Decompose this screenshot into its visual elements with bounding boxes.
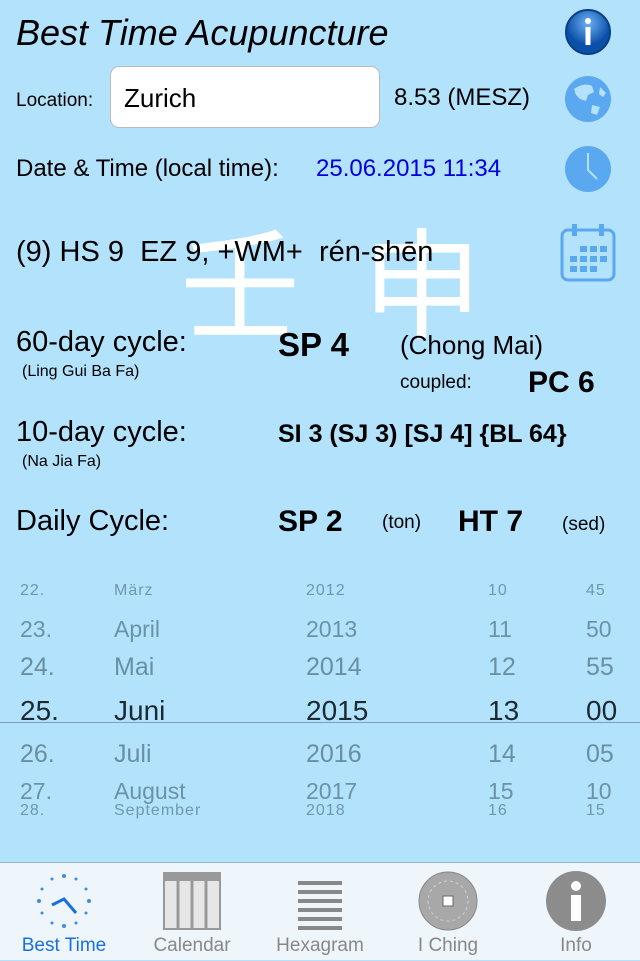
picker-minute: 15 <box>586 802 606 819</box>
datetime-label: Date & Time (local time): <box>16 155 279 182</box>
cycle60-sub: (Ling Gui Ba Fa) <box>22 363 140 380</box>
picker-minute: 05 <box>586 740 614 768</box>
picker-minute: 55 <box>586 653 614 681</box>
info-icon[interactable] <box>564 8 612 56</box>
picker-day: 23. <box>20 616 52 642</box>
picker-hour: 15 <box>488 778 514 804</box>
picker-hour: 12 <box>488 653 516 681</box>
clock-icon[interactable] <box>564 145 612 193</box>
picker-year: 2012 <box>306 582 346 599</box>
tab-bar: Best Time Calendar Hexagram I Ching Info <box>0 862 640 960</box>
clock-icon <box>37 874 91 928</box>
picker-month: März <box>114 582 154 599</box>
tab-label: Hexagram <box>276 935 364 956</box>
picker-hour: 16 <box>488 802 508 819</box>
cycle10-sub: (Na Jia Fa) <box>22 453 102 470</box>
picker-month: April <box>114 616 161 642</box>
picker-month: August <box>114 778 186 804</box>
datetime-value[interactable]: 25.06.2015 11:34 <box>316 155 501 183</box>
location-label: Location: <box>16 90 94 111</box>
picker-year: 2016 <box>306 740 362 768</box>
coupled-label: coupled: <box>400 372 472 393</box>
picker-day: 27. <box>20 778 52 804</box>
sed-point: HT 7 <box>458 505 524 538</box>
picker-year: 2014 <box>306 653 362 681</box>
picker-year: 2017 <box>306 778 358 804</box>
tab-label: Best Time <box>21 935 107 956</box>
daily-label: Daily Cycle: <box>16 505 170 537</box>
picker-year: 2015 <box>306 695 369 726</box>
calendar-grid-icon <box>163 872 221 930</box>
picker-hour: 11 <box>488 616 512 642</box>
picker-day: 24. <box>20 653 55 681</box>
cycle60-label: 60-day cycle: <box>16 326 187 358</box>
ton-label: (ton) <box>382 512 422 533</box>
tab-calendar[interactable]: Calendar <box>128 863 256 961</box>
picker-month: Mai <box>114 653 155 681</box>
tab-label: I Ching <box>417 935 479 956</box>
picker-minute: 00 <box>586 695 618 726</box>
picker-minute: 50 <box>586 616 612 642</box>
date-time-picker[interactable]: 22. März 2012 10 45 23. April 2013 11 50 24. Mai 201… <box>0 570 640 830</box>
coupled-point: PC 6 <box>528 366 595 399</box>
picker-hour: 14 <box>488 740 516 768</box>
stem-branch-text: (9) HS 9 EZ 9, +WM+ rén-shēn <box>16 236 434 268</box>
picker-month: September <box>114 802 202 819</box>
app-title: Best Time Acupuncture <box>16 12 389 53</box>
cycle60-point: SP 4 <box>278 326 349 363</box>
picker-hour: 13 <box>488 695 520 726</box>
picker-month: Juli <box>114 740 152 768</box>
tab-best-time[interactable]: Best Time <box>0 863 128 961</box>
info-icon <box>546 871 606 931</box>
cycle10-label: 10-day cycle: <box>16 416 187 448</box>
tab-label: Info <box>560 935 592 956</box>
cycle60-meridian: (Chong Mai) <box>400 330 544 360</box>
cycle10-points: SI 3 (SJ 3) [SJ 4] {BL 64} <box>278 420 567 448</box>
picker-month: Juni <box>114 695 166 726</box>
tab-info[interactable]: Info <box>512 863 640 961</box>
picker-row[interactable]: 26. Juli 2016 14 05 <box>0 740 640 780</box>
coin-icon <box>418 871 478 931</box>
calendar-icon[interactable] <box>560 222 616 282</box>
picker-day: 25. <box>20 695 59 726</box>
picker-minute: 45 <box>586 582 606 599</box>
picker-row[interactable]: 25. Juni 2015 13 00 <box>0 695 640 735</box>
picker-day: 26. <box>20 740 55 768</box>
picker-row[interactable]: 23. April 2013 11 50 <box>0 616 640 656</box>
tab-hexagram[interactable]: Hexagram <box>256 863 384 961</box>
globe-icon[interactable] <box>564 75 612 123</box>
tab-i-ching[interactable]: I Ching <box>384 863 512 961</box>
picker-minute: 10 <box>586 778 612 804</box>
longitude-text: 8.53 (MESZ) <box>394 84 531 111</box>
picker-year: 2013 <box>306 616 358 642</box>
hexagram-icon <box>298 881 342 930</box>
picker-hour: 10 <box>488 582 508 599</box>
location-input[interactable]: Zurich <box>110 66 380 128</box>
picker-row[interactable]: 24. Mai 2014 12 55 <box>0 653 640 693</box>
picker-row[interactable]: 28. September 2018 16 15 <box>0 802 640 830</box>
ton-point: SP 2 <box>278 505 343 538</box>
tab-label: Calendar <box>153 935 231 956</box>
picker-day: 28. <box>20 802 46 819</box>
picker-year: 2018 <box>306 802 346 819</box>
sed-label: (sed) <box>562 514 606 535</box>
picker-day: 22. <box>20 582 46 599</box>
